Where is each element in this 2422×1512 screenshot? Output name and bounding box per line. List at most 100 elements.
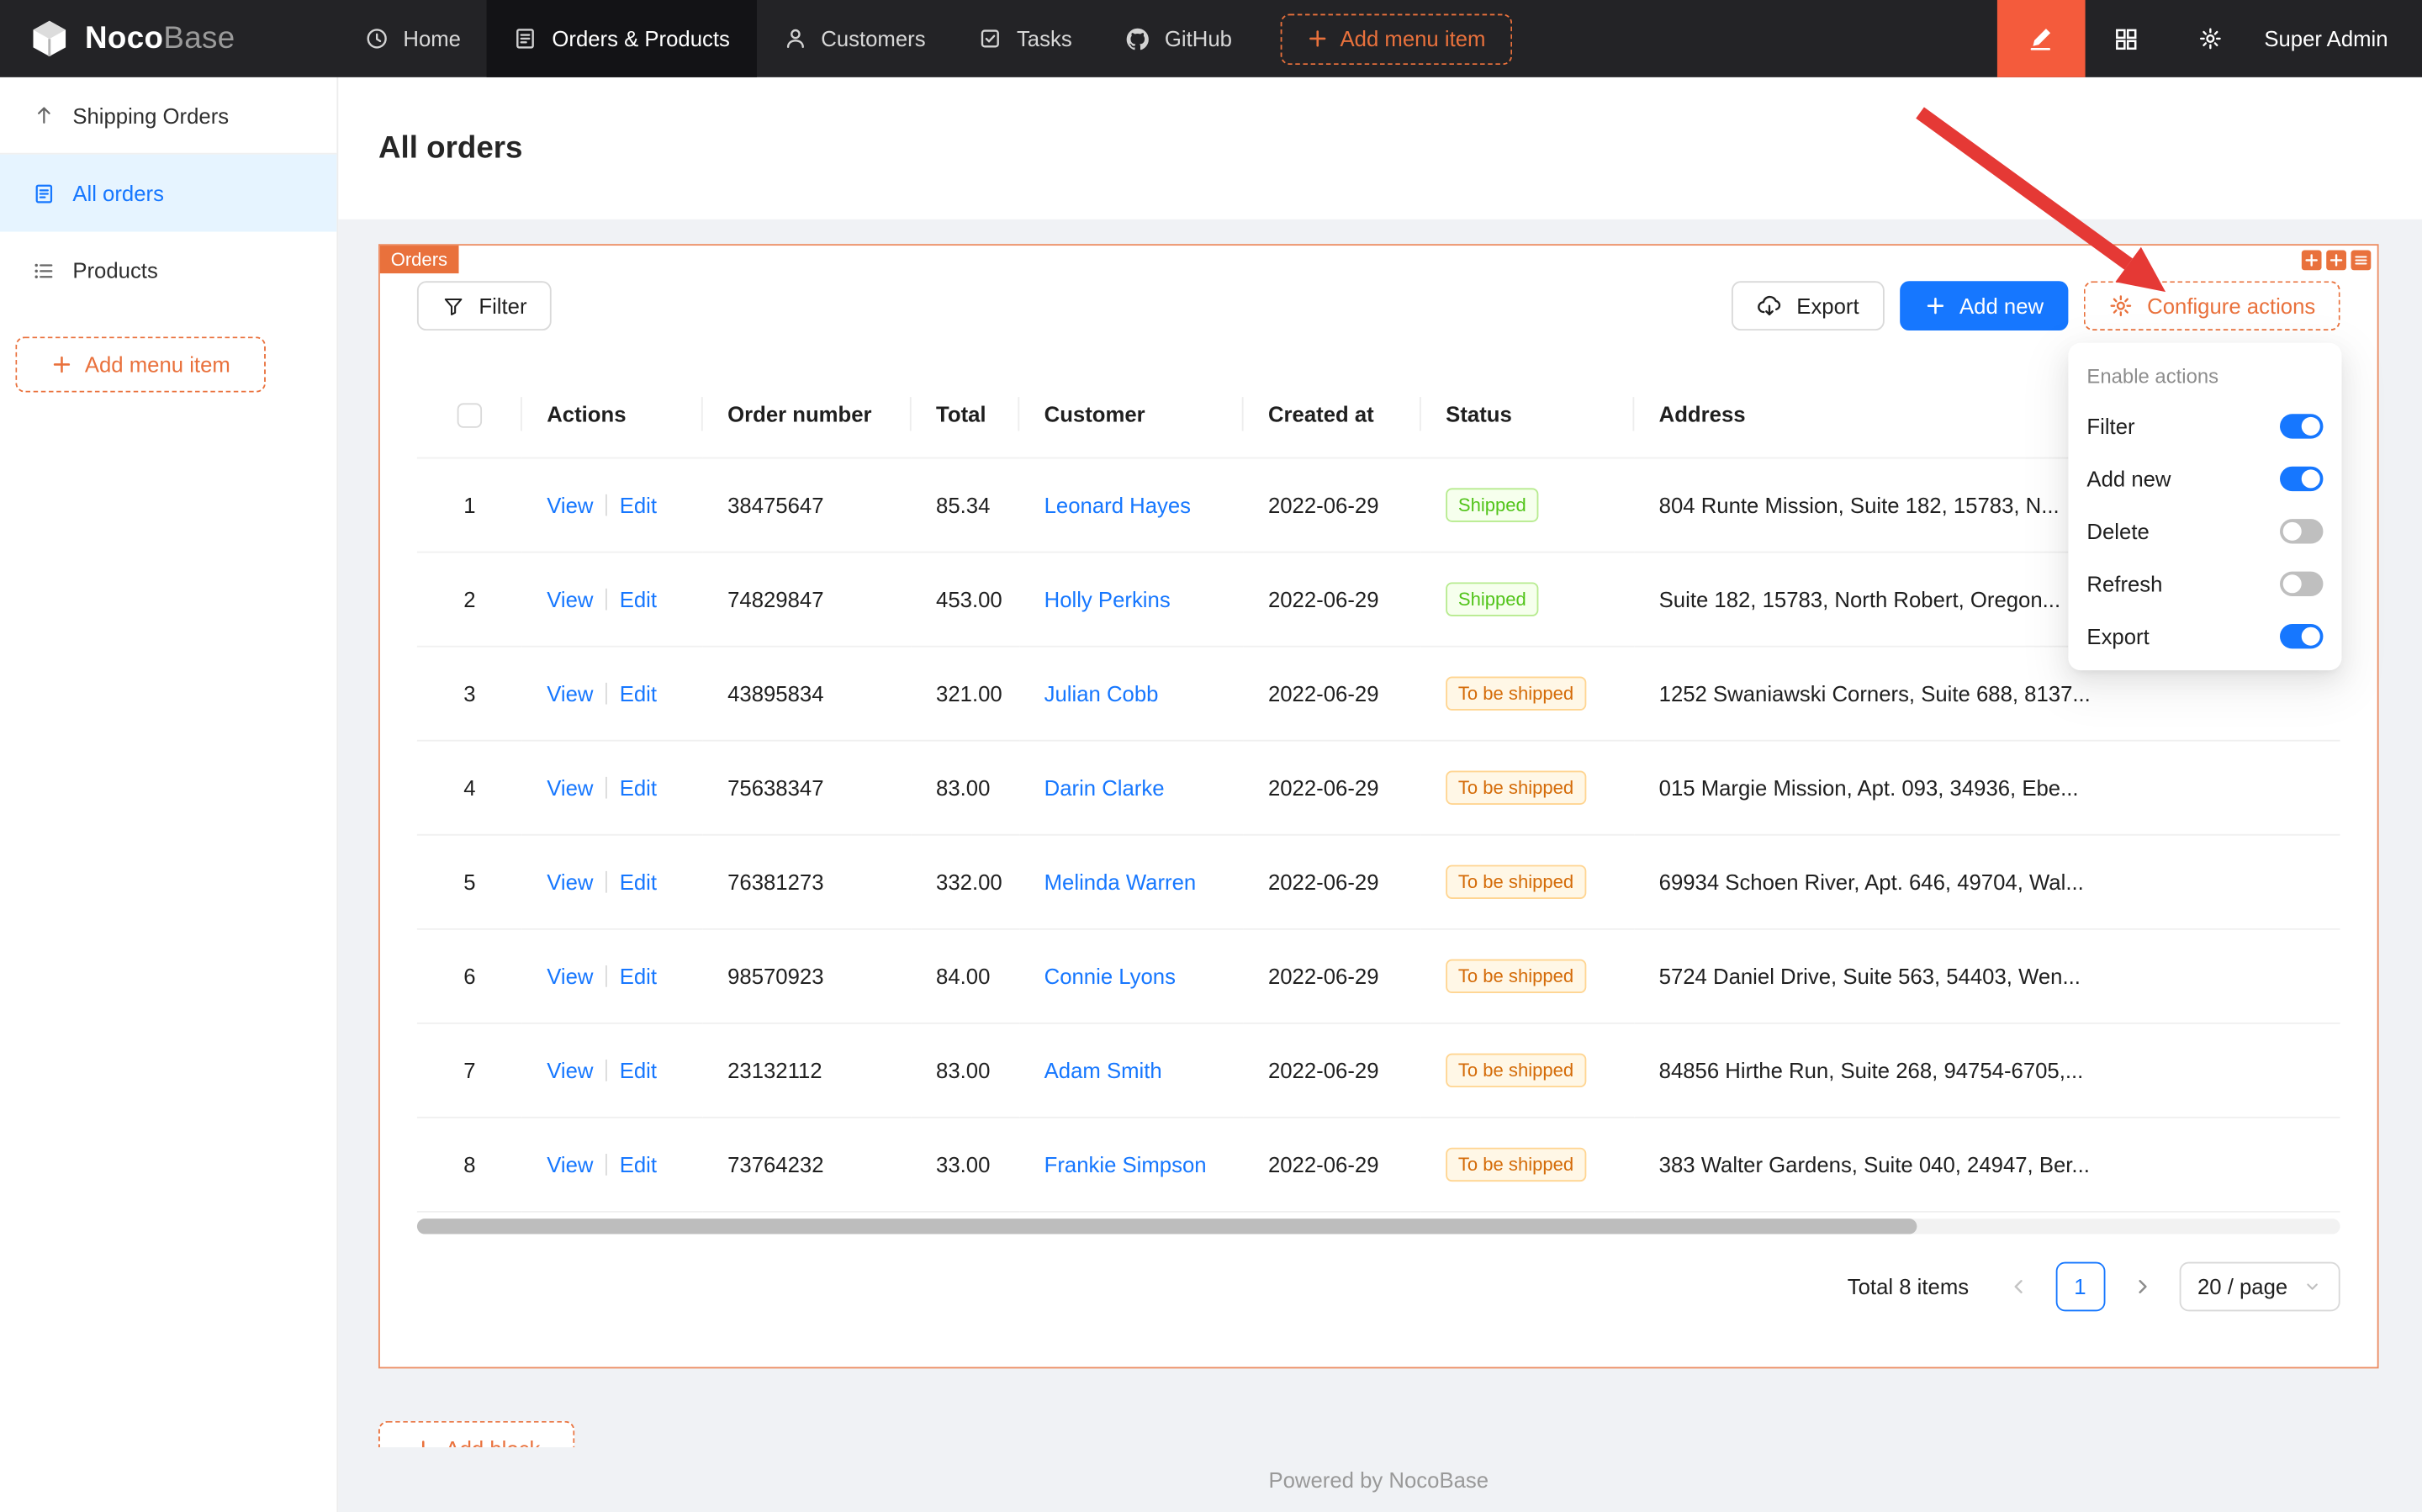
nav-item-orders-products[interactable]: Orders & Products <box>487 0 756 77</box>
customer-link[interactable]: Darin Clarke <box>1044 775 1165 799</box>
nav-item-label: Home <box>403 26 461 50</box>
dropdown-item-filter[interactable]: Filter <box>2068 400 2341 452</box>
page-size-select[interactable]: 20 / page <box>2179 1261 2340 1311</box>
sidebar-item-products[interactable]: Products <box>0 232 336 309</box>
view-link[interactable]: View <box>547 492 593 516</box>
block-drag-handle-icon[interactable] <box>2351 251 2372 271</box>
toggle-delete[interactable] <box>2280 519 2323 543</box>
filter-icon <box>442 294 465 318</box>
settings-button[interactable] <box>2168 0 2251 77</box>
export-button[interactable]: Export <box>1732 281 1884 330</box>
filter-button[interactable]: Filter <box>417 281 552 330</box>
plus-icon <box>1924 295 1946 317</box>
nav-item-tasks[interactable]: Tasks <box>952 0 1098 77</box>
dropdown-item-label: Filter <box>2086 414 2134 438</box>
pagination-prev-button[interactable] <box>1994 1261 2044 1311</box>
add-block-label: Add block <box>445 1436 540 1447</box>
edit-link[interactable]: Edit <box>620 680 657 705</box>
plugin-manager-button[interactable] <box>2085 0 2168 77</box>
edit-link[interactable]: Edit <box>620 492 657 516</box>
created-at-cell: 2022-06-29 <box>1244 834 1421 928</box>
customer-link[interactable]: Melinda Warren <box>1044 869 1197 893</box>
order-number-cell: 43895834 <box>703 646 912 740</box>
add-block-button[interactable]: Add block <box>378 1421 574 1447</box>
nav-item-customers[interactable]: Customers <box>756 0 952 77</box>
view-link[interactable]: View <box>547 1057 593 1081</box>
page-size-value: 20 / page <box>2197 1273 2287 1298</box>
dropdown-item-add-new[interactable]: Add new <box>2068 452 2341 505</box>
edit-link[interactable]: Edit <box>620 586 657 611</box>
scrollbar-thumb[interactable] <box>417 1218 1917 1233</box>
select-all-checkbox[interactable] <box>457 403 482 427</box>
customer-link[interactable]: Holly Perkins <box>1044 586 1171 611</box>
pagination-current-page[interactable]: 1 <box>2055 1261 2105 1311</box>
sidebar-menu: Shipping OrdersAll orders Products <box>0 77 336 309</box>
edit-link[interactable]: Edit <box>620 775 657 799</box>
sidebar-item-shipping-orders[interactable]: Shipping Orders <box>0 77 336 155</box>
add-new-button[interactable]: Add new <box>1899 281 2068 330</box>
pagination-next-button[interactable] <box>2117 1261 2166 1311</box>
row-index-cell: 6 <box>417 928 522 1023</box>
column-header-total: Total <box>912 373 1020 457</box>
status-cell: To be shipped <box>1421 928 1634 1023</box>
dropdown-item-refresh[interactable]: Refresh <box>2068 558 2341 610</box>
dropdown-item-delete[interactable]: Delete <box>2068 505 2341 558</box>
edit-link[interactable]: Edit <box>620 1057 657 1081</box>
gear-icon <box>2197 26 2222 50</box>
toggle-refresh[interactable] <box>2280 572 2323 596</box>
block-add-above-icon[interactable] <box>2302 251 2322 271</box>
view-link[interactable]: View <box>547 1151 593 1176</box>
customer-link[interactable]: Adam Smith <box>1044 1057 1162 1081</box>
orders-table-body: 1ViewEdit3847564785.34Leonard Hayes2022-… <box>417 457 2340 1211</box>
user-menu[interactable]: Super Admin <box>2252 26 2422 50</box>
top-navbar: NocoBase Home Orders & ProductsCustomersT… <box>0 0 2422 77</box>
nocobase-logo[interactable]: NocoBase <box>0 17 338 60</box>
sidebar-item-all-orders[interactable]: All orders <box>0 155 336 232</box>
toggle-filter[interactable] <box>2280 414 2323 438</box>
link-divider <box>606 1153 607 1175</box>
edit-link[interactable]: Edit <box>620 869 657 893</box>
sidebar-add-menu-item-button[interactable]: Add menu item <box>15 336 266 392</box>
view-link[interactable]: View <box>547 963 593 987</box>
created-at-cell: 2022-06-29 <box>1244 1117 1421 1211</box>
ui-editor-button[interactable] <box>1997 0 2086 77</box>
link-divider <box>606 776 607 798</box>
address-cell: 84856 Hirthe Run, Suite 268, 94754-6705,… <box>1634 1023 2340 1117</box>
view-link[interactable]: View <box>547 680 593 705</box>
tasks-icon <box>978 26 1002 50</box>
nav-item-github[interactable]: GitHub <box>1098 0 1258 77</box>
edit-link[interactable]: Edit <box>620 1151 657 1176</box>
block-add-below-icon[interactable] <box>2326 251 2346 271</box>
customer-link[interactable]: Julian Cobb <box>1044 680 1159 705</box>
address-cell: 015 Margie Mission, Apt. 093, 34936, Ebe… <box>1634 740 2340 834</box>
sidebar-item-label: Products <box>72 258 157 283</box>
customer-link[interactable]: Frankie Simpson <box>1044 1151 1207 1176</box>
row-index-cell: 8 <box>417 1117 522 1211</box>
status-badge: Shipped <box>1446 582 1538 616</box>
select-all-header-cell <box>417 373 522 457</box>
toggle-add-new[interactable] <box>2280 467 2323 491</box>
dropdown-item-export[interactable]: Export <box>2068 611 2341 663</box>
column-header-customer: Customer <box>1019 373 1243 457</box>
configure-actions-button[interactable]: Configure actions <box>2084 281 2340 330</box>
view-link[interactable]: View <box>547 869 593 893</box>
customer-link[interactable]: Connie Lyons <box>1044 963 1176 987</box>
status-badge: To be shipped <box>1446 864 1586 898</box>
toggle-export[interactable] <box>2280 624 2323 648</box>
github-icon <box>1124 25 1150 51</box>
row-actions-cell: View Edit <box>522 834 703 928</box>
chevron-down-icon <box>2303 1277 2322 1295</box>
view-link[interactable]: View <box>547 775 593 799</box>
customer-cell: Leonard Hayes <box>1019 457 1243 552</box>
nav-add-menu-item-button[interactable]: Add menu item <box>1280 13 1512 65</box>
customer-cell: Julian Cobb <box>1019 646 1243 740</box>
edit-link[interactable]: Edit <box>620 963 657 987</box>
view-link[interactable]: View <box>547 586 593 611</box>
customer-link[interactable]: Leonard Hayes <box>1044 492 1191 516</box>
address-cell: 383 Walter Gardens, Suite 040, 24947, Be… <box>1634 1117 2340 1211</box>
created-at-cell: 2022-06-29 <box>1244 928 1421 1023</box>
link-divider <box>606 588 607 610</box>
order-number-cell: 38475647 <box>703 457 912 552</box>
nav-item-home[interactable]: Home <box>338 0 487 77</box>
configure-actions-dropdown: Enable actions FilterAdd newDeleteRefres… <box>2068 343 2341 670</box>
